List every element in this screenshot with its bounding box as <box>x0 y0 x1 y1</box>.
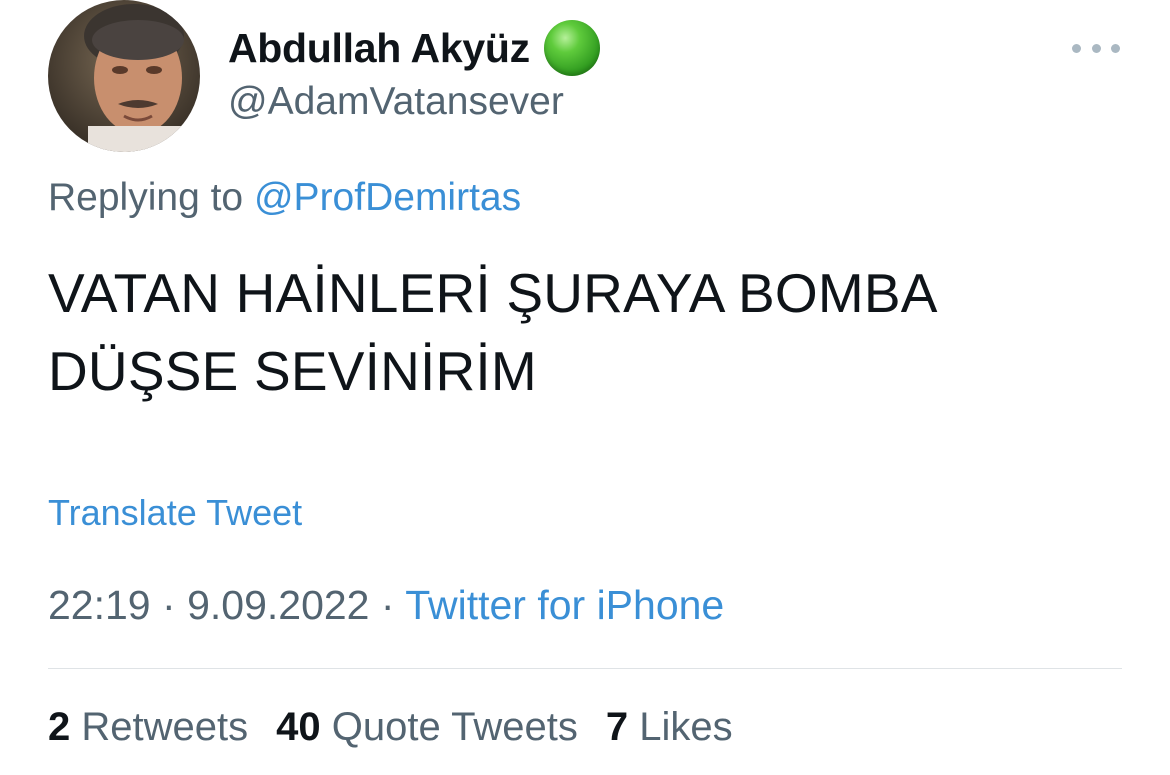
retweets-count: 2 <box>48 705 71 749</box>
tweet-source-link[interactable]: Twitter for iPhone <box>405 582 724 628</box>
dot-icon <box>1091 43 1101 53</box>
replying-to: Replying to @ProfDemirtas <box>48 176 521 220</box>
retweets-label: Retweets <box>81 705 249 749</box>
replying-to-handle-link[interactable]: @ProfDemirtas <box>254 176 521 219</box>
divider <box>48 668 1122 669</box>
tweet-text-line: VATAN HAİNLERİ ŞURAYA BOMBA <box>48 262 938 324</box>
quote-tweets-stat[interactable]: 40 Quote Tweets <box>276 705 578 750</box>
quote-tweets-count: 40 <box>276 705 321 749</box>
likes-stat[interactable]: 7 Likes <box>606 705 733 750</box>
likes-label: Likes <box>639 705 733 749</box>
avatar-photo <box>48 0 200 152</box>
green-circle-icon <box>543 20 600 76</box>
retweets-stat[interactable]: 2 Retweets <box>48 705 248 750</box>
username[interactable]: @AdamVatansever <box>228 80 564 124</box>
author-name-row: Abdullah Akyüz <box>228 18 600 78</box>
likes-count: 7 <box>605 705 629 749</box>
separator: · <box>380 582 395 628</box>
tweet-text: VATAN HAİNLERİ ŞURAYA BOMBA DÜŞSE SEVİNİ… <box>48 254 1128 410</box>
replying-to-label: Replying to <box>48 176 244 219</box>
avatar[interactable] <box>48 0 200 152</box>
tweet-stats: 2 Retweets 40 Quote Tweets 7 Likes <box>48 705 733 750</box>
dot-icon <box>1072 43 1081 53</box>
translate-tweet-link[interactable]: Translate Tweet <box>48 492 302 534</box>
separator: · <box>162 582 176 628</box>
quote-tweets-label: Quote Tweets <box>331 705 578 749</box>
tweet-date[interactable]: 9.09.2022 <box>187 582 369 628</box>
more-options-button[interactable] <box>1072 30 1120 66</box>
tweet-metadata: 22:19 · 9.09.2022 · Twitter for iPhone <box>48 582 724 629</box>
tweet-text-line: DÜŞSE SEVİNİRİM <box>48 340 537 402</box>
display-name[interactable]: Abdullah Akyüz <box>228 25 530 72</box>
tweet-time[interactable]: 22:19 <box>48 582 151 628</box>
dot-icon <box>1111 43 1120 53</box>
